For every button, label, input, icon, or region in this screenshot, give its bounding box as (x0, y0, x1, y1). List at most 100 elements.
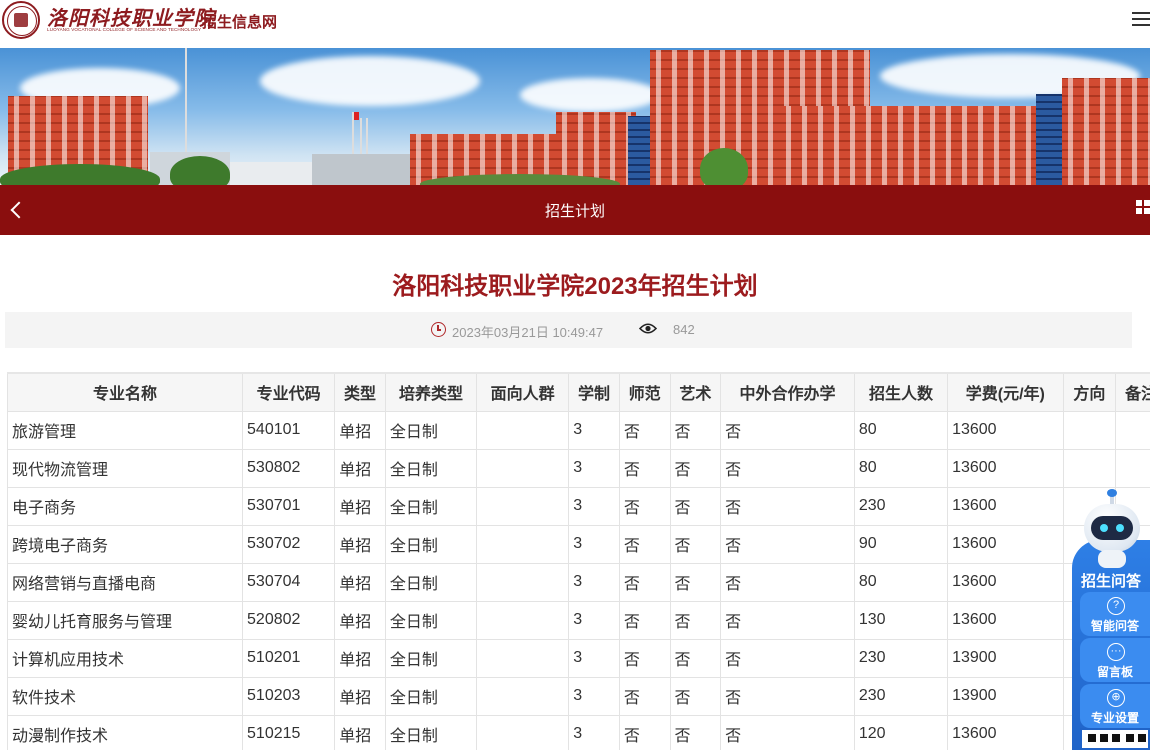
table-cell: 13900 (947, 638, 1064, 678)
column-header: 培养类型 (384, 372, 478, 412)
robot-eye (1100, 524, 1108, 532)
table-cell: 13600 (947, 600, 1064, 640)
table-cell (476, 410, 570, 450)
table-cell: 单招 (334, 600, 386, 640)
table-cell: 否 (720, 676, 855, 716)
table-cell: 3 (568, 524, 620, 564)
table-cell (476, 714, 570, 750)
table-cell: 计算机应用技术 (7, 638, 244, 678)
widget-title[interactable]: 招生问答 (1072, 570, 1150, 591)
message-board-label: 留言板 (1096, 665, 1133, 679)
table-row: 网络营销与直播电商 530704 单招 全日制 3 否否否 80 13600 (7, 562, 1150, 602)
table-cell: 13600 (947, 524, 1064, 564)
table-cell: 否 (618, 486, 671, 526)
robot-eye (1116, 524, 1124, 532)
smart-qa-button[interactable]: ? 智能问答 (1080, 592, 1150, 636)
table-cell: 3 (568, 486, 620, 526)
column-header: 专业名称 (7, 372, 244, 412)
table-row: 电子商务 530701 单招 全日制 3 否否否 230 13600 (7, 486, 1150, 526)
table-cell: 13600 (947, 486, 1064, 526)
admissions-qa-widget[interactable]: 招生问答 ? 智能问答 ··· 留言板 ⊕ 专业设置 (1072, 489, 1150, 750)
column-header: 学制 (568, 372, 620, 412)
table-cell: 旅游管理 (7, 410, 244, 450)
qr-code-icon[interactable] (1080, 728, 1150, 750)
table-cell (476, 562, 570, 602)
table-cell: 单招 (334, 638, 386, 678)
table-cell: 230 (853, 676, 949, 716)
table-cell (476, 486, 570, 526)
table-cell (476, 676, 570, 716)
top-header: 洛阳科技职业学院 LUOYANG VOCATIONAL COLLEGE OF S… (0, 0, 1150, 48)
table-row: 软件技术 510203 单招 全日制 3 否否否 230 13900 (7, 676, 1150, 716)
table-row: 计算机应用技术 510201 单招 全日制 3 否否否 230 13900 (7, 638, 1150, 678)
table-row: 现代物流管理 530802 单招 全日制 3 否否否 80 13600 (7, 448, 1150, 488)
publish-date: 2023年03月21日 10:49:47 (452, 325, 604, 340)
table-cell: 否 (669, 676, 722, 716)
table-cell: 否 (618, 676, 671, 716)
table-cell: 否 (618, 638, 671, 678)
table-cell: 否 (720, 410, 855, 450)
nav-title: 招生计划 (544, 203, 605, 220)
table-cell: 13600 (947, 410, 1064, 450)
page-title: 洛阳科技职业学院2023年招生计划 (392, 273, 758, 300)
table-cell: 单招 (334, 486, 386, 526)
table-cell: 否 (669, 410, 722, 450)
major-settings-button[interactable]: ⊕ 专业设置 (1080, 684, 1150, 728)
table-cell: 230 (853, 486, 949, 526)
table-cell: 否 (669, 638, 722, 678)
table-cell (476, 448, 570, 488)
table-cell: 540101 (242, 410, 336, 450)
smart-qa-label: 智能问答 (1090, 619, 1139, 633)
table-cell: 单招 (334, 524, 386, 564)
enrollment-plan-table: 专业名称 专业代码 类型 培养类型 面向人群 学制 师范 艺术 中外合作办学 招生人数 学费(元/年… (7, 372, 1150, 750)
site-name[interactable]: 招生信息网 (202, 11, 277, 32)
table-cell: 否 (720, 448, 855, 488)
college-seal-logo[interactable] (2, 1, 40, 39)
table-cell: 单招 (334, 676, 386, 716)
grid-icon[interactable] (1136, 200, 1150, 218)
table-cell (1115, 448, 1150, 488)
table-cell: 510203 (242, 676, 336, 716)
table-cell: 否 (669, 486, 722, 526)
table-cell: 否 (669, 600, 722, 640)
table-cell: 530702 (242, 524, 336, 564)
table-cell: 婴幼儿托育服务与管理 (7, 600, 244, 640)
table-cell: 3 (568, 676, 620, 716)
table-cell: 否 (669, 714, 722, 750)
table-cell: 否 (618, 714, 671, 750)
robot-body (1098, 550, 1126, 568)
clock-icon (431, 322, 446, 337)
robot-face (1091, 516, 1133, 540)
column-header: 方向 (1062, 372, 1117, 412)
table-cell: 否 (618, 600, 671, 640)
college-name-english: LUOYANG VOCATIONAL COLLEGE OF SCIENCE AN… (47, 27, 202, 32)
table-cell: 单招 (334, 714, 386, 750)
column-header: 师范 (618, 372, 671, 412)
table-cell: 520802 (242, 600, 336, 640)
hamburger-menu-icon[interactable] (1130, 9, 1150, 29)
table-cell (476, 524, 570, 564)
column-header: 中外合作办学 (720, 372, 855, 412)
table-row: 旅游管理 540101 单招 全日制 3 否否否 80 13600 (7, 410, 1150, 450)
table-cell: 跨境电子商务 (7, 524, 244, 564)
table-cell: 否 (720, 600, 855, 640)
table-header-row: 专业名称 专业代码 类型 培养类型 面向人群 学制 师范 艺术 中外合作办学 招生人数 学费(元/年… (7, 372, 1150, 412)
column-header: 备注 (1115, 372, 1150, 412)
enrollment-plan-table-container[interactable]: 专业名称 专业代码 类型 培养类型 面向人群 学制 师范 艺术 中外合作办学 招生人数 学费(元/年… (7, 372, 1150, 750)
table-cell: 单招 (334, 448, 386, 488)
table-cell: 510201 (242, 638, 336, 678)
table-cell: 否 (720, 638, 855, 678)
table-cell: 全日制 (384, 638, 478, 678)
table-cell: 否 (618, 448, 671, 488)
question-icon: ? (1107, 597, 1125, 615)
table-cell: 全日制 (384, 410, 478, 450)
table-cell: 13600 (947, 714, 1064, 750)
table-cell: 3 (568, 714, 620, 750)
table-cell: 否 (720, 714, 855, 750)
table-cell: 否 (720, 486, 855, 526)
table-cell: 否 (669, 562, 722, 602)
table-cell (476, 638, 570, 678)
table-cell: 3 (568, 562, 620, 602)
table-cell: 510215 (242, 714, 336, 750)
message-board-button[interactable]: ··· 留言板 (1080, 638, 1150, 682)
